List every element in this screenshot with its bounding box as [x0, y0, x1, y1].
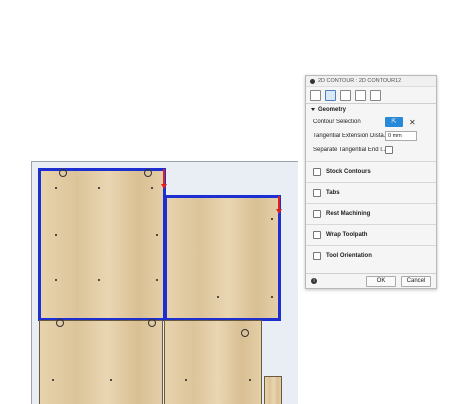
drill-mark [55, 187, 57, 189]
panel-lower-right-strip[interactable] [264, 376, 282, 404]
stock-contours-checkbox[interactable] [313, 168, 321, 176]
tangential-extension-label: Tangential Extension Dista... [313, 133, 385, 139]
drill-mark [217, 296, 219, 298]
option-tabs[interactable]: Tabs [306, 182, 436, 203]
hole [144, 169, 152, 177]
contour-selection-label: Contour Selection [313, 119, 361, 125]
geometry-section-header[interactable]: Geometry [306, 104, 436, 115]
drill-mark [271, 296, 273, 298]
start-arrow [161, 184, 167, 189]
drill-mark [110, 379, 112, 381]
drill-mark [98, 187, 100, 189]
ok-button[interactable]: OK [366, 275, 396, 287]
contour-select-button[interactable]: ⇱ [385, 117, 403, 127]
drill-mark [156, 279, 158, 281]
start-marker [163, 169, 165, 185]
hole [148, 319, 156, 327]
drill-mark [185, 379, 187, 381]
panel-lower-middle[interactable] [164, 320, 262, 404]
heights-tab-icon[interactable] [340, 89, 351, 101]
tabs-checkbox[interactable] [313, 189, 321, 197]
rest-machining-label: Rest Machining [326, 211, 371, 217]
option-stock-contours[interactable]: Stock Contours [306, 161, 436, 182]
option-rest-machining[interactable]: Rest Machining [306, 203, 436, 224]
panel-selected-large[interactable] [38, 168, 166, 321]
rest-machining-checkbox[interactable] [313, 210, 321, 218]
option-tool-orientation[interactable]: Tool Orientation [306, 245, 436, 266]
dialog-icon [310, 78, 315, 84]
wrap-toolpath-label: Wrap Toolpath [326, 232, 368, 238]
option-wrap-toolpath[interactable]: Wrap Toolpath [306, 224, 436, 245]
geometry-tab-icon[interactable] [325, 89, 336, 101]
drill-mark [249, 379, 251, 381]
separate-tangential-checkbox[interactable] [385, 146, 393, 154]
drill-mark [156, 234, 158, 236]
drill-mark [151, 187, 153, 189]
cancel-button[interactable]: Cancel [401, 275, 431, 287]
tangential-extension-row: Tangential Extension Dista... 0 mm [306, 129, 436, 143]
separate-tangential-label: Separate Tangential End I... [313, 147, 385, 153]
canvas-viewport[interactable] [31, 161, 298, 404]
dialog-footer: i OK Cancel [306, 273, 436, 288]
contour-dialog: 2D CONTOUR : 2D CONTOUR12 Geometry Conto… [305, 75, 437, 289]
info-icon[interactable]: i [311, 278, 317, 284]
hole [59, 169, 67, 177]
geometry-heading: Geometry [318, 106, 347, 113]
panel-lower-left[interactable] [39, 319, 163, 404]
panel-selected-small[interactable] [164, 195, 281, 321]
separate-tangential-row: Separate Tangential End I... [306, 143, 436, 157]
collapse-triangle-icon [311, 108, 315, 111]
dialog-title: 2D CONTOUR : 2D CONTOUR12 [318, 78, 402, 84]
linking-tab-icon[interactable] [370, 89, 381, 101]
clear-selection-icon[interactable]: ✕ [409, 118, 416, 127]
drill-mark [52, 379, 54, 381]
tool-tab-icon[interactable] [310, 89, 321, 101]
start-arrow [276, 209, 282, 214]
wrap-toolpath-checkbox[interactable] [313, 231, 321, 239]
dialog-tabbar [306, 87, 436, 104]
dialog-title-bar: 2D CONTOUR : 2D CONTOUR12 [306, 76, 436, 87]
drill-mark [55, 279, 57, 281]
start-marker [278, 196, 280, 210]
passes-tab-icon[interactable] [355, 89, 366, 101]
drill-mark [55, 234, 57, 236]
tool-orientation-checkbox[interactable] [313, 252, 321, 260]
drill-mark [271, 218, 273, 220]
stock-contours-label: Stock Contours [326, 169, 371, 175]
tangential-extension-input[interactable]: 0 mm [385, 131, 417, 141]
drill-mark [98, 279, 100, 281]
hole [56, 319, 64, 327]
tabs-label: Tabs [326, 190, 340, 196]
hole [241, 329, 249, 337]
tool-orientation-label: Tool Orientation [326, 253, 372, 259]
contour-selection-row: Contour Selection ⇱ ✕ [306, 115, 436, 129]
